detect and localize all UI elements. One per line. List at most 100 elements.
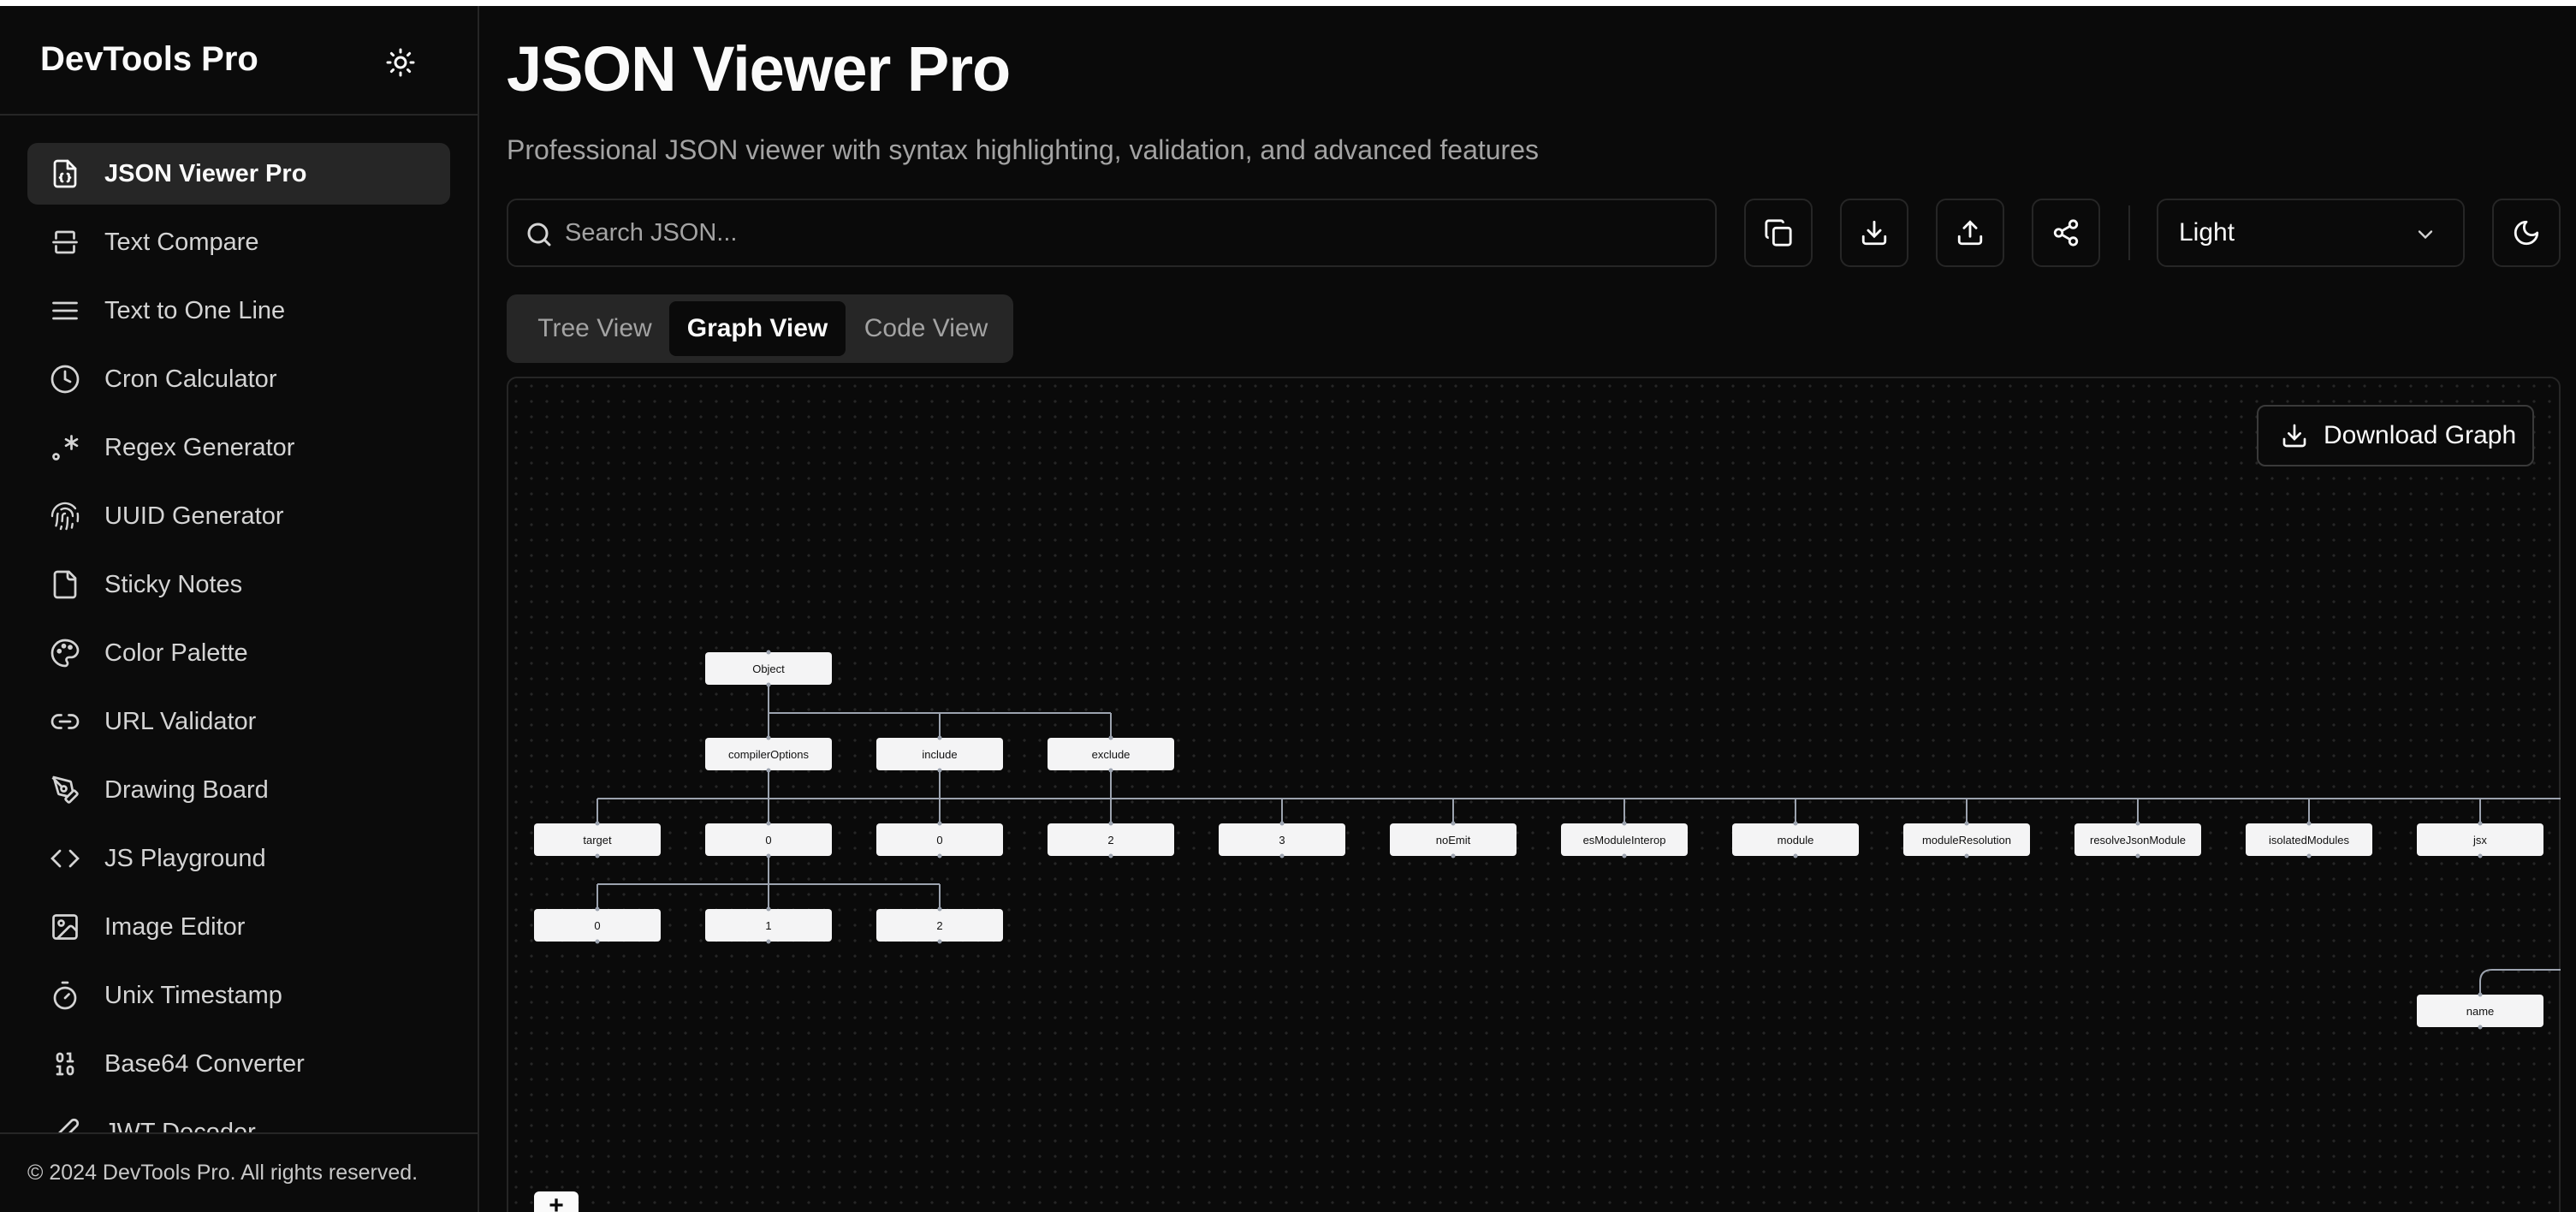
graph-node-level2[interactable]: resolveJsonModule [2074,821,2201,858]
graph-node-handle[interactable] [2135,853,2140,858]
sidebar-item-sticky-notes[interactable]: Sticky Notes [27,554,450,615]
sidebar-item-base64-converter[interactable]: Base64 Converter [27,1033,450,1095]
graph-node-handle[interactable] [937,735,942,740]
graph-node-handle[interactable] [2478,1025,2483,1030]
upload-button[interactable] [1936,199,2004,267]
graph-node-handle[interactable] [1964,821,1969,826]
graph-node-level2[interactable]: isolatedModules [2246,821,2372,858]
graph-node-level3[interactable]: 2 [876,906,1003,944]
graph-node-label: include [922,748,957,761]
graph-node-handle[interactable] [937,821,942,826]
sidebar-item-label: UUID Generator [104,502,284,530]
graph-node-handle[interactable] [1108,768,1113,773]
graph-node-level3[interactable]: 0 [534,906,661,944]
graph-node-handle[interactable] [1793,853,1798,858]
graph-node-handle[interactable] [1108,735,1113,740]
graph-node-label: 2 [1107,834,1113,847]
graph-node-handle[interactable] [1279,821,1285,826]
graph-node-handle[interactable] [937,768,942,773]
sidebar-item-regex-generator[interactable]: Regex Generator [27,417,450,478]
graph-node-handle[interactable] [1451,821,1456,826]
sidebar-item-color-palette[interactable]: Color Palette [27,622,450,684]
tab-tree-view[interactable]: Tree View [513,301,676,356]
graph-node-handle[interactable] [766,650,771,655]
graph-node-handle[interactable] [937,853,942,858]
graph-node-level3[interactable]: 1 [705,906,832,944]
share-button[interactable] [2032,199,2100,267]
sidebar-item-json-viewer-pro[interactable]: JSON Viewer Pro [27,143,450,205]
graph-node-level2[interactable]: target [534,821,661,858]
graph-node-level1[interactable]: exclude [1048,735,1174,773]
sidebar-item-image-editor[interactable]: Image Editor [27,896,450,958]
graph-node-handle[interactable] [766,768,771,773]
graph-node-handle[interactable] [2478,992,2483,997]
graph-node-handle[interactable] [1964,853,1969,858]
sidebar-item-text-compare[interactable]: Text Compare [27,211,450,273]
graph-node-level2[interactable]: 0 [705,821,832,858]
theme-toggle-button[interactable] [382,44,419,81]
graph-node-handle[interactable] [766,682,771,687]
graph-node-handle[interactable] [595,906,600,912]
share-icon [2053,219,2079,247]
download-button[interactable] [1840,199,1908,267]
graph-node-level2[interactable]: esModuleInterop [1561,821,1688,858]
graph-node-handle[interactable] [766,906,771,912]
sidebar-item-label: JSON Viewer Pro [104,159,307,187]
upload-icon [1957,220,1983,246]
graph-node-handle[interactable] [766,821,771,826]
sidebar-item-url-validator[interactable]: URL Validator [27,691,450,752]
sidebar-item-cron-calculator[interactable]: Cron Calculator [27,348,450,410]
graph-node-label: Object [752,662,785,675]
copy-button[interactable] [1744,199,1813,267]
graph-node-level1[interactable]: compilerOptions [705,735,832,773]
graph-node-level2[interactable]: 2 [1048,821,1174,858]
sidebar-item-jwt-decoder[interactable]: JWT Decoder [27,1102,450,1136]
graph-canvas[interactable] [507,377,2561,1212]
graph-node-handle[interactable] [1622,853,1627,858]
sidebar-item-unix-timestamp[interactable]: Unix Timestamp [27,965,450,1026]
graph-node-handle[interactable] [766,939,771,944]
graph-node-handle[interactable] [2306,821,2312,826]
graph-node-handle[interactable] [1451,853,1456,858]
graph-node-level1[interactable]: include [876,735,1003,773]
binary-icon [48,1047,82,1081]
graph-node-level2[interactable]: jsx [2417,821,2543,858]
sidebar-item-js-playground[interactable]: JS Playground [27,828,450,889]
graph-node-handle[interactable] [766,735,771,740]
sidebar-item-label: Cron Calculator [104,365,277,393]
graph-node-handle[interactable] [2135,821,2140,826]
dark-mode-button[interactable] [2492,199,2561,267]
graph-node-root[interactable]: Object [705,650,832,687]
graph-node-extra[interactable]: name [2417,992,2543,1030]
graph-node-handle[interactable] [766,853,771,858]
tab-graph-view[interactable]: Graph View [669,301,846,356]
graph-node-level2[interactable]: noEmit [1390,821,1517,858]
sidebar-item-uuid-generator[interactable]: UUID Generator [27,485,450,547]
graph-node-handle[interactable] [595,821,600,826]
graph-node-level2[interactable]: moduleResolution [1903,821,2030,858]
graph-node-handle[interactable] [2306,853,2312,858]
graph-node-handle[interactable] [1108,853,1113,858]
theme-select[interactable]: Light [2157,199,2465,267]
graph-node-level2[interactable]: 3 [1219,821,1345,858]
graph-node-label: target [583,834,612,847]
graph-node-handle[interactable] [937,906,942,912]
graph-node-handle[interactable] [595,939,600,944]
zoom-in-button[interactable]: + [534,1191,579,1212]
tab-code-view[interactable]: Code View [846,301,1006,356]
graph-node-handle[interactable] [2478,821,2483,826]
graph-node-handle[interactable] [595,853,600,858]
graph-node-label: 0 [765,834,771,847]
graph-node-handle[interactable] [2478,853,2483,858]
graph-node-handle[interactable] [937,939,942,944]
graph-node-handle[interactable] [1108,821,1113,826]
graph-node-handle[interactable] [1279,853,1285,858]
download-graph-button[interactable]: Download Graph [2257,405,2534,466]
graph-node-level2[interactable]: 0 [876,821,1003,858]
graph-node-handle[interactable] [1793,821,1798,826]
sidebar-item-text-to-one-line[interactable]: Text to One Line [27,280,450,342]
graph-node-level2[interactable]: module [1732,821,1859,858]
search-input[interactable] [565,200,1703,265]
graph-node-handle[interactable] [1622,821,1627,826]
sidebar-item-drawing-board[interactable]: Drawing Board [27,759,450,821]
